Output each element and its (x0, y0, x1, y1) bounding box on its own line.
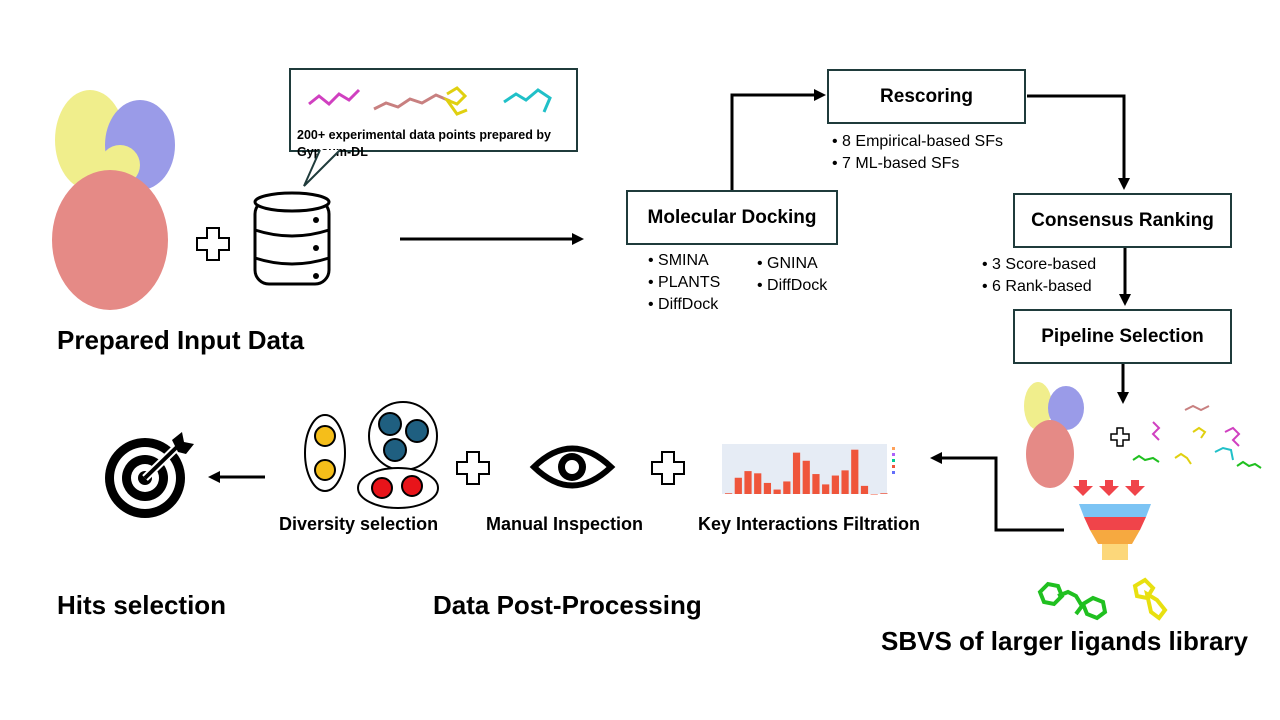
rescoring-list: 8 Empirical-based SFs 7 ML-based SFs (832, 131, 1003, 175)
consensus-ranking-box: Consensus Ranking (1013, 193, 1232, 248)
plus-icon (456, 451, 490, 485)
docking-tool: DiffDock (648, 294, 720, 316)
thumbnail-legend-swatch (892, 459, 895, 462)
thumbnail-bar (802, 460, 810, 494)
rescoring-item: 8 Empirical-based SFs (832, 131, 1003, 153)
rescoring-title: Rescoring (880, 85, 973, 107)
callout-pointer (303, 149, 341, 187)
thumbnail-bar (744, 471, 752, 494)
hit-ligands-image (1037, 577, 1168, 621)
docking-tool: PLANTS (648, 272, 720, 294)
hits-selection-title: Hits selection (57, 590, 227, 620)
thumbnail-legend-swatch (892, 447, 895, 450)
pipeline-title: Pipeline Selection (1041, 325, 1204, 347)
thumbnail-bar (783, 481, 791, 494)
docking-tool: DiffDock (757, 275, 827, 297)
thumbnail-bar (792, 452, 801, 494)
arrow-up-right (730, 89, 826, 190)
ligand-molecules-image (308, 86, 552, 116)
plus-icon (651, 451, 685, 485)
step-diversity-selection: Diversity selection (279, 514, 439, 534)
consensus-item: 6 Rank-based (982, 276, 1096, 298)
molecular-docking-box: Molecular Docking (626, 190, 838, 245)
consensus-list: 3 Score-based 6 Rank-based (982, 254, 1096, 298)
thumbnail-bar (870, 494, 878, 495)
thumbnail-bar (860, 485, 869, 494)
docking-tool: GNINA (757, 253, 827, 275)
step-key-interactions-filtration: Key Interactions Filtration (698, 514, 921, 534)
consensus-item: 3 Score-based (982, 254, 1096, 276)
thumbnail-bar (822, 484, 830, 494)
post-processing-title: Data Post-Processing (433, 590, 702, 620)
arrow-left-from-funnel (930, 452, 1064, 532)
docking-title: Molecular Docking (647, 206, 817, 228)
pipeline-selection-box: Pipeline Selection (1013, 309, 1232, 364)
arrow-right-down (1027, 94, 1130, 190)
step-manual-inspection: Manual Inspection (486, 514, 644, 534)
eye-icon (529, 445, 616, 489)
diversity-clusters-icon (304, 401, 439, 509)
thumbnail-bar (773, 489, 781, 494)
thumbnail-legend-swatch (892, 453, 895, 456)
ligand-library-image (1132, 404, 1262, 469)
sbvs-title: SBVS of larger ligands library (881, 626, 1248, 656)
arrow-right (400, 233, 584, 245)
thumbnail-legend-swatch (892, 465, 895, 468)
thumbnail-bar (851, 449, 859, 494)
rescoring-item: 7 ML-based SFs (832, 153, 1003, 175)
docking-tools-list-1: SMINA PLANTS DiffDock (648, 250, 720, 316)
thumbnail-bar (725, 493, 733, 494)
input-title: Prepared Input Data (57, 325, 305, 355)
docking-tools-list-2: GNINA DiffDock (757, 253, 827, 297)
thumbnail-bar (763, 482, 772, 494)
thumbnail-bar (754, 473, 762, 494)
filter-funnel-icon (1073, 480, 1151, 560)
consensus-title: Consensus Ranking (1031, 209, 1214, 231)
key-interactions-chart-thumbnail (712, 432, 908, 497)
protein-structure-image (52, 90, 175, 310)
thumbnail-bar (831, 475, 839, 494)
thumbnail-bar (734, 477, 742, 494)
thumbnail-bar (812, 474, 820, 494)
docking-tool: SMINA (648, 250, 720, 272)
arrow-down (1119, 248, 1131, 306)
arrow-left (208, 471, 265, 483)
dataset-callout: 200+ experimental data points prepared b… (289, 68, 578, 159)
target-icon (105, 432, 194, 518)
thumbnail-bar (880, 493, 888, 494)
rescoring-box: Rescoring (827, 69, 1026, 124)
thumbnail-legend-swatch (892, 471, 895, 474)
interaction-bar-chart (722, 444, 895, 495)
database-icon (253, 191, 331, 286)
plus-icon (196, 227, 230, 261)
thumbnail-bar (841, 470, 849, 494)
